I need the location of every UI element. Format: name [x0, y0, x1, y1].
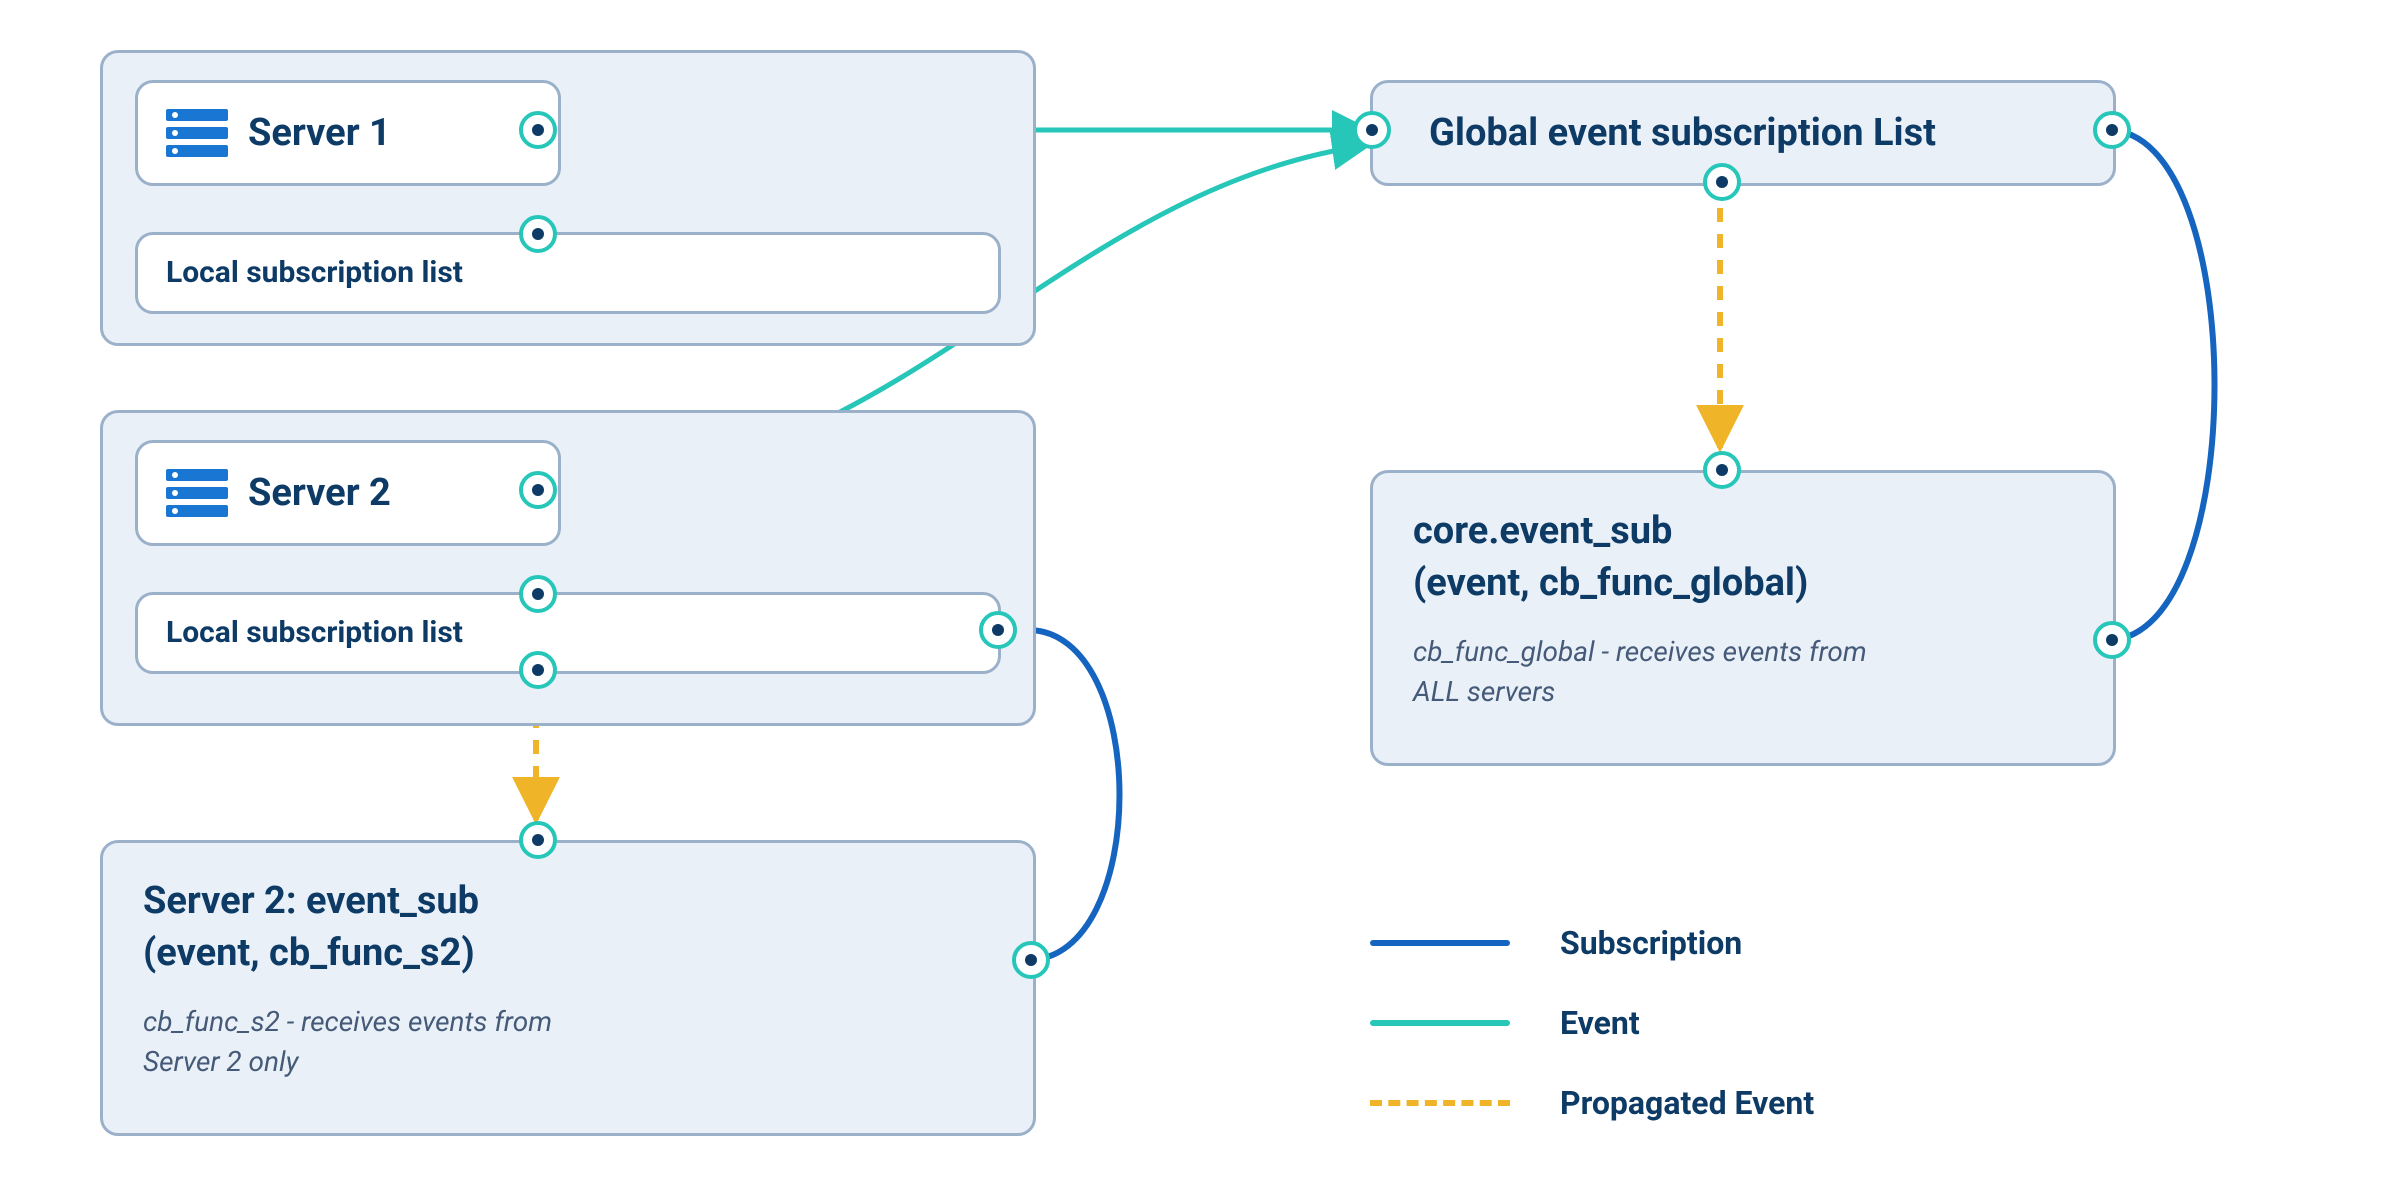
port-global-bottom — [1703, 163, 1741, 201]
global-list-title: Global event subscription List — [1429, 111, 1936, 155]
port-server2-out — [519, 471, 557, 509]
port-server1-out — [519, 111, 557, 149]
legend-line-event — [1370, 1020, 1510, 1026]
legend-label-event: Event — [1560, 1004, 1640, 1042]
global-detail-title1: core.event_sub — [1413, 509, 1672, 553]
server2-detail-desc1: cb_func_s2 - receives events from — [143, 1003, 552, 1041]
port-server2-detail-top — [519, 821, 557, 859]
global-detail-title2: (event, cb_func_global) — [1413, 561, 1808, 605]
server2-title: Server 2 — [248, 471, 391, 515]
legend: Subscription Event Propagated Event — [1370, 930, 2110, 1150]
server2-local-label: Local subscription list — [166, 615, 463, 650]
port-server2-local-top — [519, 575, 557, 613]
legend-line-subscription — [1370, 940, 1510, 946]
global-detail-box: core.event_sub (event, cb_func_global) c… — [1370, 470, 2116, 766]
server1-header: Server 1 — [135, 80, 561, 186]
edge-sub-server2 — [1028, 630, 1120, 960]
server2-detail-box: Server 2: event_sub (event, cb_func_s2) … — [100, 840, 1036, 1136]
global-detail-desc1: cb_func_global - receives events from — [1413, 633, 1867, 671]
server1-title: Server 1 — [248, 111, 391, 155]
server1-local-label: Local subscription list — [166, 255, 463, 290]
legend-line-propagated — [1370, 1100, 1510, 1106]
server2-detail-desc2: Server 2 only — [143, 1043, 299, 1081]
legend-label-propagated: Propagated Event — [1560, 1084, 1814, 1122]
port-global-detail-right — [2093, 621, 2131, 659]
global-detail-desc2: ALL servers — [1413, 673, 1555, 711]
server-icon — [166, 109, 228, 157]
port-global-right — [2093, 111, 2131, 149]
server2-detail-title2: (event, cb_func_s2) — [143, 931, 475, 975]
port-server2-local-bottom — [519, 651, 557, 689]
port-server2-detail-right — [1012, 941, 1050, 979]
port-server2-local-right — [979, 611, 1017, 649]
server2-local-list: Local subscription list — [135, 592, 1001, 674]
port-server1-local-top — [519, 215, 557, 253]
edge-sub-global — [2108, 130, 2215, 640]
legend-label-subscription: Subscription — [1560, 924, 1742, 962]
global-list-box: Global event subscription List — [1370, 80, 2116, 186]
server2-detail-title1: Server 2: event_sub — [143, 879, 479, 923]
server2-header: Server 2 — [135, 440, 561, 546]
port-global-left — [1353, 111, 1391, 149]
server1-local-list: Local subscription list — [135, 232, 1001, 314]
port-global-detail-top — [1703, 451, 1741, 489]
server-icon — [166, 469, 228, 517]
